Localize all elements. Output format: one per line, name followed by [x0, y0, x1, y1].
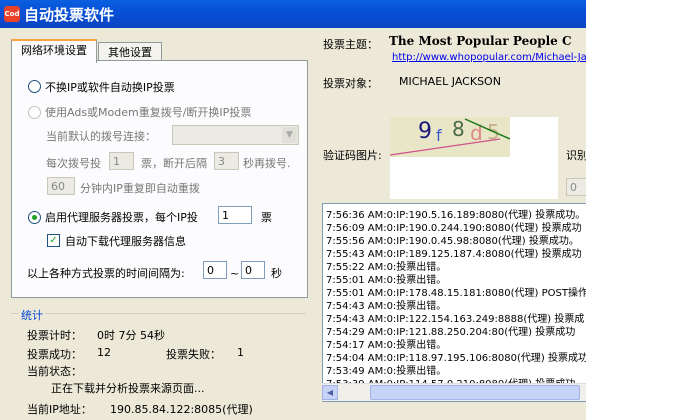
window-title: 自动投票软件 [24, 6, 115, 24]
vote-target-label: 投票对象： [323, 77, 378, 90]
interval-unit: 秒 [271, 267, 282, 280]
radio-modem-redial[interactable] [28, 106, 41, 119]
dial-every-label: 每次拨号投 [46, 157, 101, 170]
proxy-votes-unit: 票 [261, 211, 272, 224]
interval-to-input[interactable]: 0 [241, 261, 265, 279]
timer-label: 投票计时： [27, 329, 82, 342]
status-label: 当前状态： [27, 365, 82, 378]
radio-no-ip-change[interactable] [28, 80, 41, 93]
fail-value: 1 [237, 346, 244, 359]
title-bar[interactable]: Cod 自动投票软件 [0, 0, 586, 28]
log-horizontal-scrollbar[interactable]: ◀ [322, 383, 586, 401]
app-icon: Cod [4, 6, 20, 22]
recognize-label: 识别 [566, 149, 586, 162]
ip-value: 190.85.84.122:8085(代理) [110, 403, 253, 416]
checkmark-icon: ✓ [49, 235, 58, 246]
tab-network-settings[interactable]: 网络环境设置 [11, 39, 97, 63]
captcha-label: 验证码图片: [323, 149, 382, 162]
option-proxy-voting-label: 启用代理服务器投票，每个IP投 [45, 211, 198, 224]
radio-proxy-voting[interactable] [28, 211, 41, 224]
interval-label: 以上各种方式投票的时间间隔为: [27, 267, 185, 280]
chevron-down-icon: ▼ [282, 127, 297, 143]
proxy-votes-input[interactable]: 1 [218, 206, 252, 224]
repeat-minutes-label: 分钟内IP重复即自动重拨 [80, 182, 200, 195]
recognize-input[interactable]: 0 [566, 178, 586, 196]
dialup-connection-select[interactable]: ▼ [172, 125, 299, 145]
redial-label: 秒再拨号. [243, 157, 291, 170]
scroll-left-icon[interactable]: ◀ [322, 385, 338, 400]
vote-target-value: MICHAEL JACKSON [399, 75, 501, 88]
success-value: 12 [97, 346, 111, 359]
stats-divider [11, 313, 306, 314]
captcha-area: 9 f 8 d 5 [390, 117, 558, 199]
stats-section-title: 统计 [19, 307, 45, 323]
dial-every-input[interactable]: 1 [109, 152, 134, 170]
vote-topic-link[interactable]: http://www.whopopular.com/Michael-Ja [392, 52, 586, 63]
status-value: 正在下载并分析投票来源页面... [51, 382, 205, 395]
disconnect-label: 票，断开后隔 [141, 157, 207, 170]
auto-download-label: 自动下载代理服务器信息 [65, 235, 186, 248]
vote-log-list[interactable]: 7:56:36 AM:0:IP:190.5.16.189:8080(代理) 投票… [322, 203, 586, 402]
success-label: 投票成功： [27, 348, 82, 361]
ip-label: 当前IP地址： [27, 403, 92, 416]
interval-separator: ~ [230, 267, 240, 280]
radio-selected-dot [32, 215, 37, 220]
scrollbar-thumb[interactable] [370, 385, 580, 400]
network-settings-panel: 不换IP或软件自动换IP投票 使用Ads或Modem重复拨号/断开换IP投票 当… [11, 60, 308, 298]
fail-label: 投票失败： [166, 348, 221, 361]
captcha-noise-lines [390, 118, 510, 156]
interval-from-input[interactable]: 0 [203, 261, 227, 279]
timer-value: 0时 7分 54秒 [97, 329, 165, 342]
main-window: Cod 自动投票软件 网络环境设置 其他设置 不换IP或软件自动换IP投票 使用… [0, 0, 586, 420]
disconnect-seconds-input[interactable]: 3 [214, 152, 239, 170]
dialup-connection-label: 当前默认的拨号连接： [46, 130, 156, 143]
vote-topic-label: 投票主题： [323, 38, 378, 51]
repeat-minutes-input[interactable]: 60 [47, 177, 75, 195]
captcha-image: 9 f 8 d 5 [390, 117, 510, 157]
option-modem-redial-label: 使用Ads或Modem重复拨号/断开换IP投票 [45, 106, 252, 119]
vote-topic-value: The Most Popular People C [389, 34, 572, 48]
option-no-ip-change-label: 不换IP或软件自动换IP投票 [45, 81, 175, 94]
auto-download-checkbox[interactable]: ✓ [47, 234, 60, 247]
